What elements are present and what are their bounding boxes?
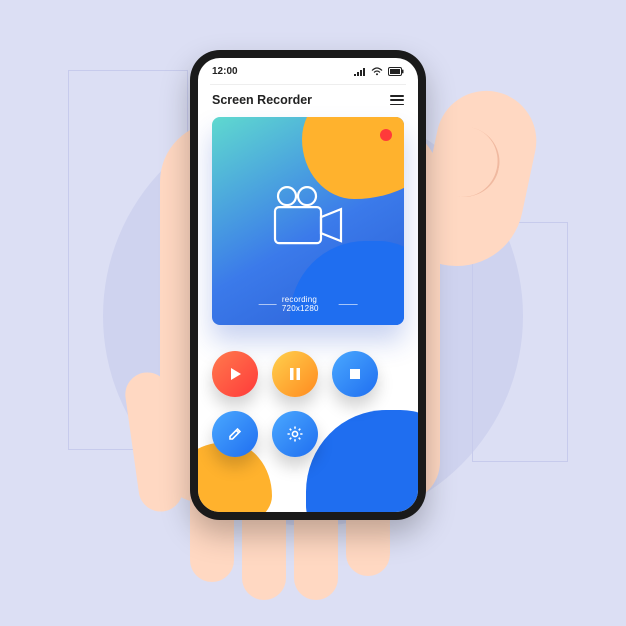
recording-preview[interactable]: recording 720x1280 bbox=[212, 117, 404, 325]
pause-button[interactable] bbox=[272, 351, 318, 397]
status-time: 12:00 bbox=[212, 66, 238, 77]
pause-icon bbox=[288, 367, 302, 381]
settings-button[interactable] bbox=[272, 411, 318, 457]
play-button[interactable] bbox=[212, 351, 258, 397]
controls-panel bbox=[212, 351, 404, 457]
stop-button[interactable] bbox=[332, 351, 378, 397]
signal-icon bbox=[354, 67, 366, 76]
gear-icon bbox=[286, 425, 304, 443]
edit-button[interactable] bbox=[212, 411, 258, 457]
app-header: Screen Recorder bbox=[198, 85, 418, 117]
status-bar: 12:00 bbox=[198, 58, 418, 84]
phone-screen: 12:00 Screen Recorder bbox=[198, 58, 418, 512]
recording-status-label: recording 720x1280 bbox=[259, 295, 358, 313]
pencil-icon bbox=[227, 426, 243, 442]
page-title: Screen Recorder bbox=[212, 93, 312, 107]
video-camera-icon bbox=[269, 185, 347, 249]
hamburger-menu-icon[interactable] bbox=[390, 95, 404, 105]
wifi-icon bbox=[371, 67, 383, 76]
stop-icon bbox=[348, 367, 362, 381]
phone-frame: 12:00 Screen Recorder bbox=[190, 50, 426, 520]
record-indicator-icon bbox=[380, 129, 392, 141]
play-icon bbox=[227, 366, 243, 382]
battery-icon bbox=[388, 67, 404, 76]
